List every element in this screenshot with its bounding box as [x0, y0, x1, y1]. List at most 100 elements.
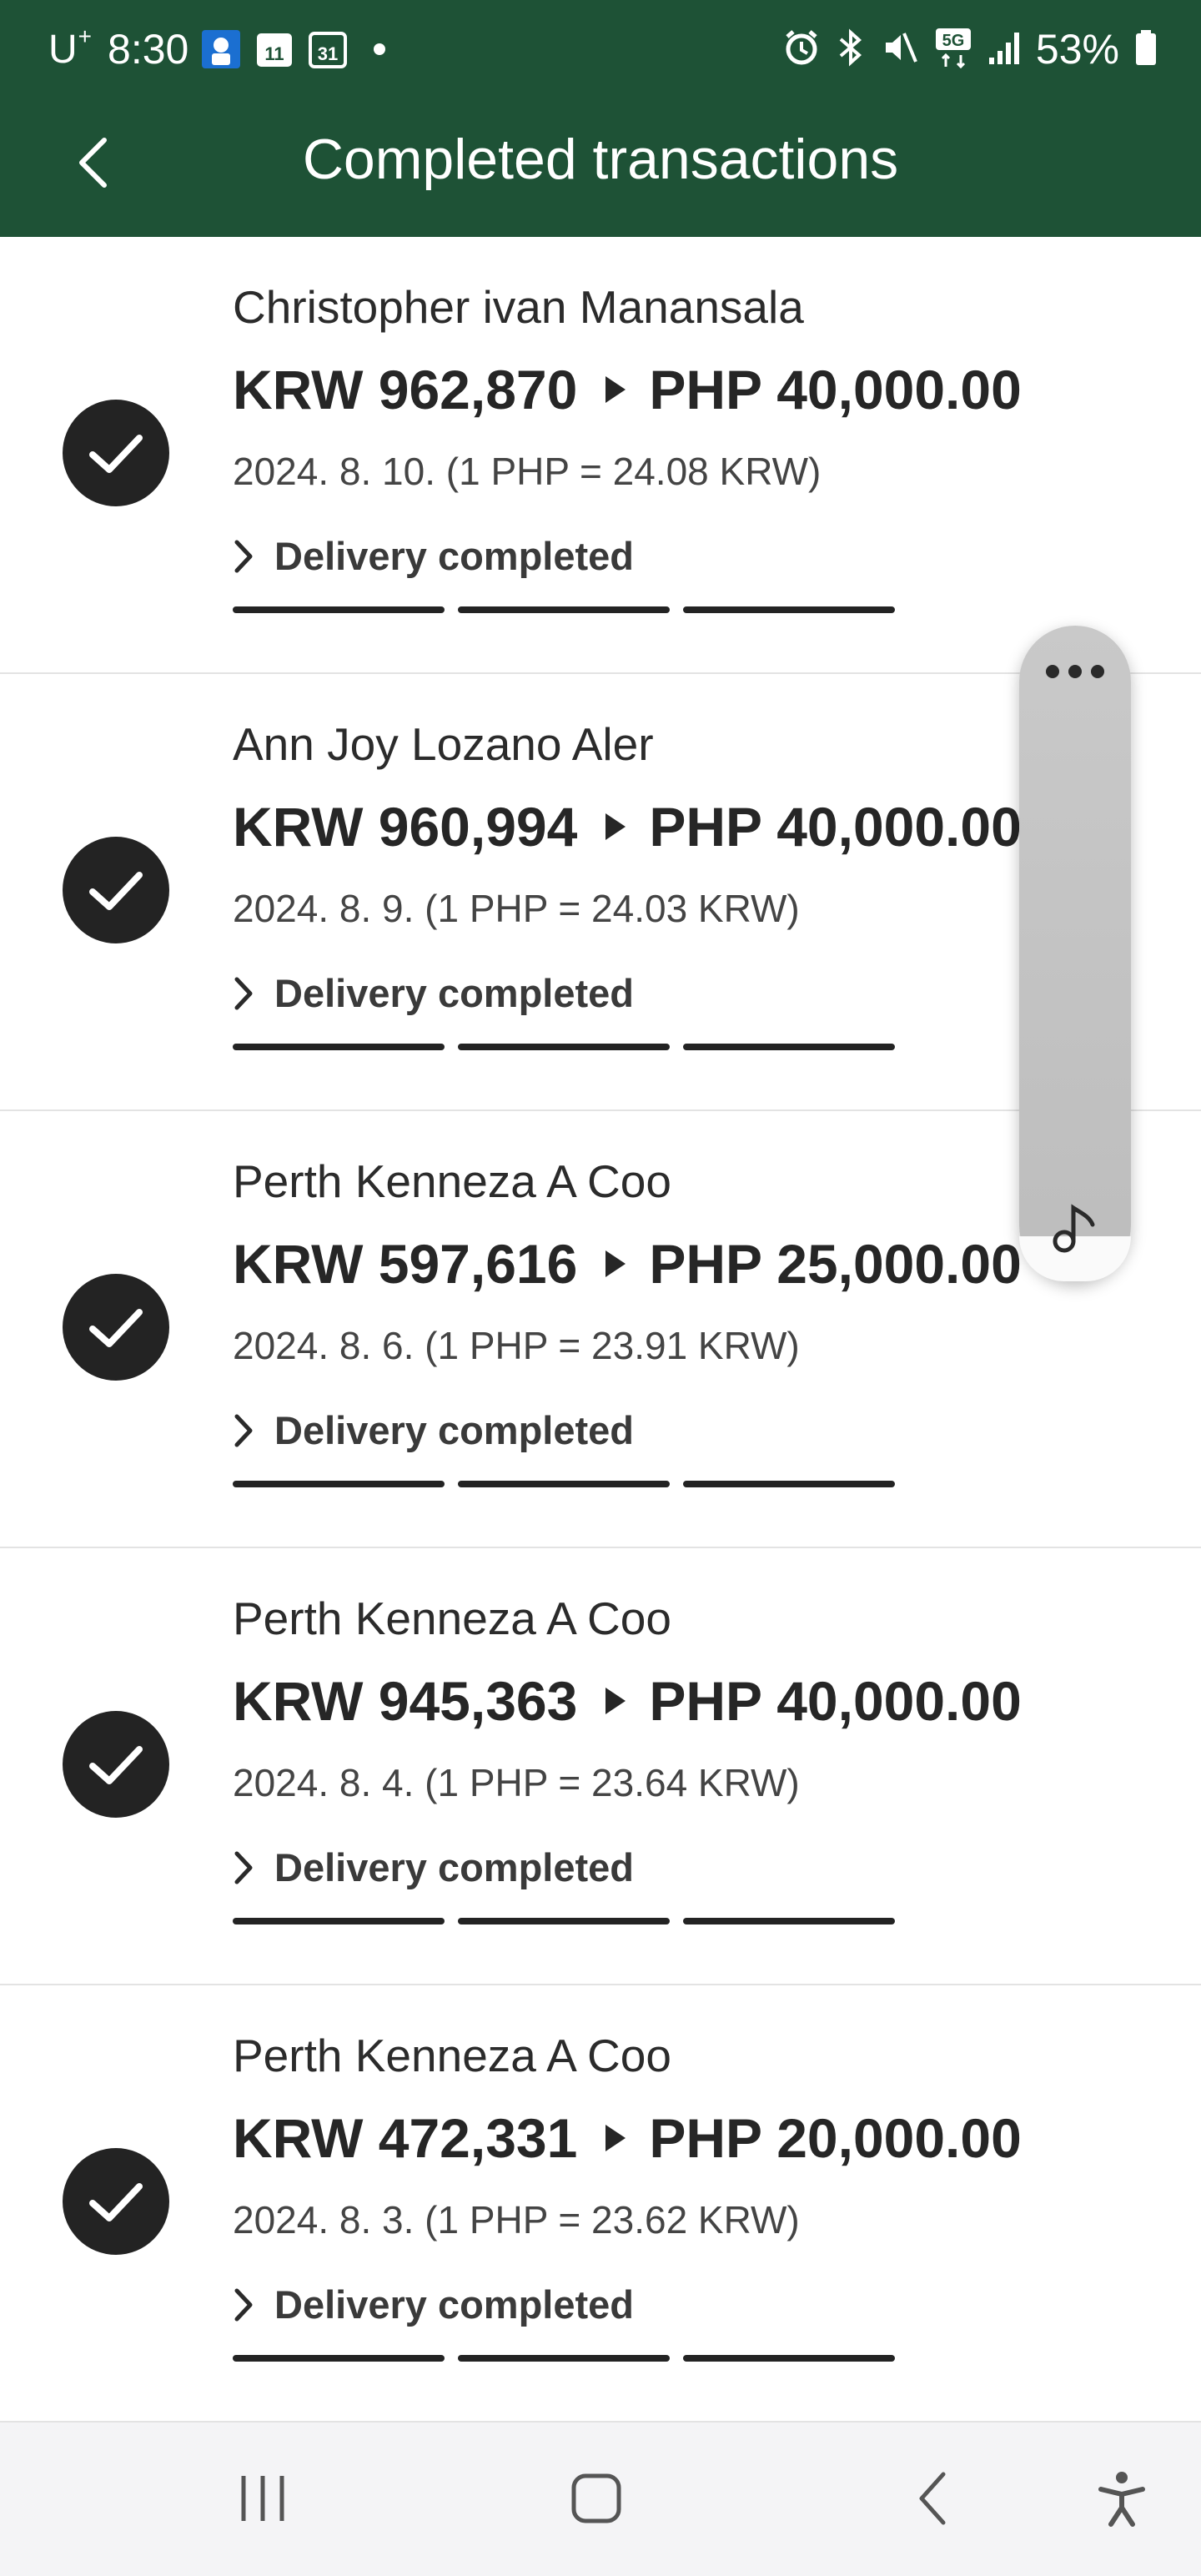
accessibility-button[interactable] [1093, 2469, 1151, 2532]
recipient-name: Christopher ivan Manansala [233, 281, 804, 333]
svg-text:11: 11 [265, 43, 284, 64]
amounts: KRW 945,363 PHP 40,000.00 [233, 1669, 1022, 1733]
recent-apps-button[interactable] [234, 2469, 292, 2532]
progress-segment [458, 2355, 670, 2362]
progress-segment [683, 606, 895, 613]
progress-segment [233, 1044, 445, 1050]
calendar-11-icon: 11 [254, 28, 295, 70]
system-nav-bar [0, 2423, 1201, 2576]
progress-segment [683, 1481, 895, 1487]
floating-side-panel[interactable] [1019, 626, 1131, 1281]
home-icon [571, 2473, 621, 2523]
check-circle-icon [63, 2148, 169, 2255]
recipient-name: Ann Joy Lozano Aler [233, 718, 654, 770]
dot [1046, 665, 1059, 678]
progress-segment [458, 606, 670, 613]
transaction-item[interactable]: Christopher ivan Manansala KRW 962,870 P… [0, 237, 1201, 674]
progress-bar [233, 1044, 895, 1050]
amounts: KRW 472,331 PHP 20,000.00 [233, 2106, 1022, 2170]
clock: 8:30 [108, 26, 189, 73]
recent-apps-icon [241, 2476, 284, 2521]
signal-icon [987, 29, 1021, 70]
send-amount: KRW 945,363 [233, 1670, 578, 1732]
transaction-item[interactable]: Perth Kenneza A Coo KRW 472,331 PHP 20,0… [0, 1985, 1201, 2423]
carrier-label: U+ [48, 23, 93, 72]
transaction-item[interactable]: Perth Kenneza A Coo KRW 945,363 PHP 40,0… [0, 1548, 1201, 1985]
music-note-icon[interactable] [1046, 1200, 1104, 1262]
page-title: Completed transactions [302, 128, 899, 191]
more-horizontal-icon[interactable] [1046, 659, 1104, 684]
arrow-right-icon [606, 1250, 626, 1277]
battery-percent: 53% [1035, 26, 1119, 73]
recipient-name: Perth Kenneza A Coo [233, 1592, 671, 1644]
progress-segment [233, 1918, 445, 1924]
mute-icon [881, 28, 919, 71]
progress-bar [233, 1918, 895, 1924]
delivery-status[interactable]: Delivery completed [233, 970, 634, 1016]
arrow-right-icon [606, 376, 626, 403]
chevron-right-icon [234, 1414, 253, 1446]
progress-bar [233, 1481, 895, 1487]
transaction-list: Christopher ivan Manansala KRW 962,870 P… [0, 237, 1201, 2423]
recipient-name: Perth Kenneza A Coo [233, 2030, 671, 2081]
amounts: KRW 597,616 PHP 25,000.00 [233, 1232, 1022, 1296]
more-notifications-dot [374, 43, 386, 55]
amounts: KRW 960,994 PHP 40,000.00 [233, 795, 1022, 858]
recipient-name: Perth Kenneza A Coo [233, 1155, 671, 1207]
dot [1068, 665, 1082, 678]
bluetooth-icon [836, 28, 866, 71]
check-circle-icon [63, 1274, 169, 1381]
send-amount: KRW 597,616 [233, 1233, 578, 1295]
progress-bar [233, 606, 895, 613]
send-amount: KRW 472,331 [233, 2107, 578, 2169]
progress-segment [683, 1918, 895, 1924]
app-notification-icon [200, 28, 242, 70]
arrow-right-icon [606, 2125, 626, 2151]
delivery-status-label: Delivery completed [274, 2282, 635, 2327]
delivery-status-label: Delivery completed [274, 534, 635, 578]
check-circle-icon [63, 837, 169, 943]
receive-amount: PHP 25,000.00 [649, 1233, 1022, 1295]
delivery-status-label: Delivery completed [274, 1845, 635, 1889]
receive-amount: PHP 40,000.00 [649, 359, 1022, 420]
delivery-status[interactable]: Delivery completed [233, 533, 634, 579]
receive-amount: PHP 20,000.00 [649, 2107, 1022, 2169]
status-bar-left: U+ 8:30 11 31 [48, 23, 386, 73]
progress-segment [233, 606, 445, 613]
home-button[interactable] [567, 2469, 626, 2532]
transaction-date: 2024. 8. 3. (1 PHP = 23.62 KRW) [233, 2198, 800, 2241]
battery-icon [1134, 28, 1158, 71]
transaction-date: 2024. 8. 6. (1 PHP = 23.91 KRW) [233, 1324, 800, 1367]
progress-segment [233, 1481, 445, 1487]
chevron-right-icon [234, 540, 253, 572]
receive-amount: PHP 40,000.00 [649, 796, 1022, 858]
delivery-status[interactable]: Delivery completed [233, 1844, 634, 1890]
delivery-status-label: Delivery completed [274, 1408, 635, 1452]
nav-back-button[interactable] [905, 2469, 963, 2532]
transaction-date: 2024. 8. 10. (1 PHP = 24.08 KRW) [233, 450, 822, 493]
send-amount: KRW 962,870 [233, 359, 578, 420]
delivery-status[interactable]: Delivery completed [233, 1407, 634, 1453]
progress-segment [683, 1044, 895, 1050]
svg-text:5G: 5G [942, 32, 965, 50]
chevron-right-icon [234, 1851, 253, 1884]
progress-segment [458, 1918, 670, 1924]
receive-amount: PHP 40,000.00 [649, 1670, 1022, 1732]
status-bar-right: 5G 53% [782, 25, 1158, 73]
arrow-right-icon [606, 813, 626, 840]
check-circle-icon [63, 1711, 169, 1818]
progress-segment [458, 1481, 670, 1487]
dot [1091, 665, 1104, 678]
transaction-date: 2024. 8. 9. (1 PHP = 24.03 KRW) [233, 887, 800, 930]
arrow-right-icon [606, 1688, 626, 1714]
status-bar: U+ 8:30 11 31 5G 53% [0, 0, 1201, 83]
progress-segment [233, 2355, 445, 2362]
delivery-status-label: Delivery completed [274, 971, 635, 1015]
progress-bar [233, 2355, 895, 2362]
calendar-31-icon: 31 [307, 28, 349, 70]
back-icon [919, 2472, 946, 2525]
delivery-status[interactable]: Delivery completed [233, 2282, 634, 2327]
chevron-right-icon [234, 2288, 253, 2321]
alarm-icon [782, 28, 821, 71]
accessibility-icon [1098, 2472, 1145, 2527]
